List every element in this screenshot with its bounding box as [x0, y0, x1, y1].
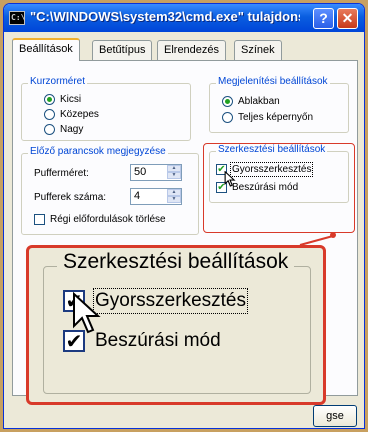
- tab-settings[interactable]: Beállítások: [12, 38, 80, 61]
- connector-dot: [330, 232, 336, 238]
- magnified-inset: Szerkesztési beállítások ✔ Gyorsszerkesz…: [26, 245, 326, 405]
- connector-line: [299, 235, 334, 246]
- mouse-cursor-icon: [73, 292, 101, 334]
- zoom-title: Szerkesztési beállítások: [57, 250, 295, 274]
- zoom-insert-mode-label: Beszúrási mód: [95, 330, 221, 351]
- mouse-cursor-icon: [224, 171, 236, 187]
- zoom-quickedit-label: Gyorsszerkesztés: [93, 288, 248, 314]
